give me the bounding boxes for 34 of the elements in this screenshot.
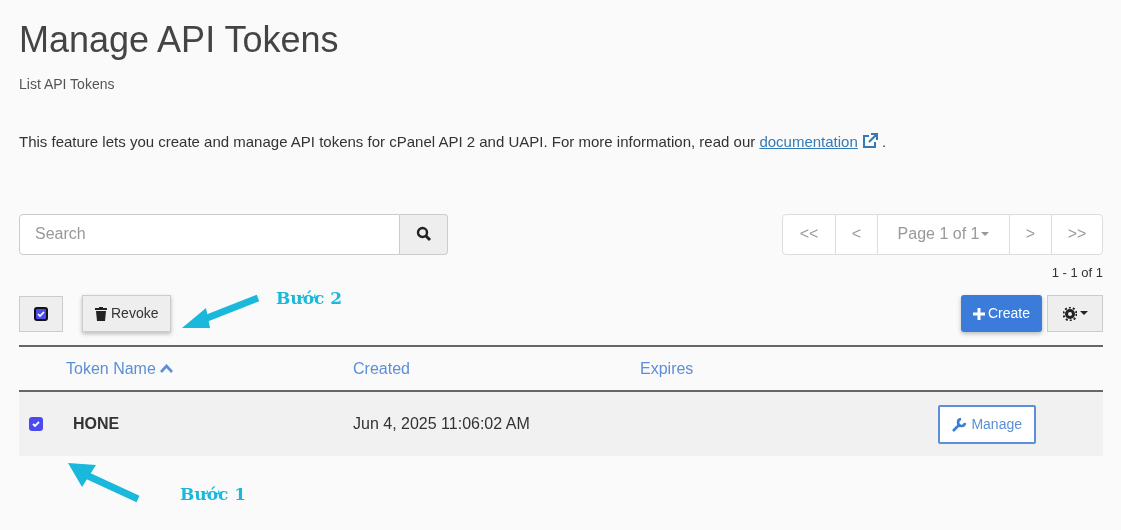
search-field[interactable]: Search: [19, 213, 400, 255]
row-checkbox[interactable]: [29, 417, 43, 431]
check-icon: [31, 419, 41, 429]
documentation-link[interactable]: documentation: [759, 133, 858, 150]
column-header[interactable]: Expires: [640, 356, 840, 381]
step-label: Bước 2: [276, 287, 343, 310]
trash-icon: [95, 306, 107, 321]
token-name-cell-text: HONE: [72, 414, 121, 434]
page-button[interactable]: >>: [1051, 214, 1102, 254]
page-title: Manage API Tokens: [19, 20, 340, 60]
created-cell-text: Jun 4, 2025 11:06:02 AM: [353, 414, 531, 434]
wrench-icon: [952, 416, 968, 432]
intro-text: This feature lets you create and manage API tokens for cPanel API 2 and UAPI. For more information, read our documentation .: [19, 132, 888, 152]
page-button[interactable]: >: [1009, 214, 1051, 254]
step-label: Bước 1: [180, 483, 247, 506]
column-header[interactable]: Created: [353, 356, 640, 381]
create-button[interactable]: Create: [960, 295, 1042, 332]
column-header[interactable]: Token Name: [66, 356, 353, 381]
result-count: 1 - 1 of 1: [1051, 263, 1103, 282]
search-button[interactable]: [400, 213, 448, 255]
select-all-button[interactable]: [19, 295, 63, 332]
external-link-icon: [861, 133, 878, 149]
page-subtitle: List API Tokens: [19, 75, 116, 94]
plus-icon: [972, 307, 985, 320]
caret-icon: [981, 231, 990, 237]
caret-icon: [1079, 311, 1088, 316]
page-button[interactable]: <<: [783, 214, 835, 254]
settings-button[interactable]: [1047, 295, 1103, 332]
search-icon: [415, 226, 432, 242]
settings-icon: [1062, 306, 1077, 321]
page-button[interactable]: <: [835, 214, 877, 254]
revoke-button[interactable]: Revoke: [82, 295, 172, 332]
page-select[interactable]: Page 1 of 1: [877, 214, 1009, 254]
manage-button[interactable]: Manage: [938, 404, 1036, 444]
